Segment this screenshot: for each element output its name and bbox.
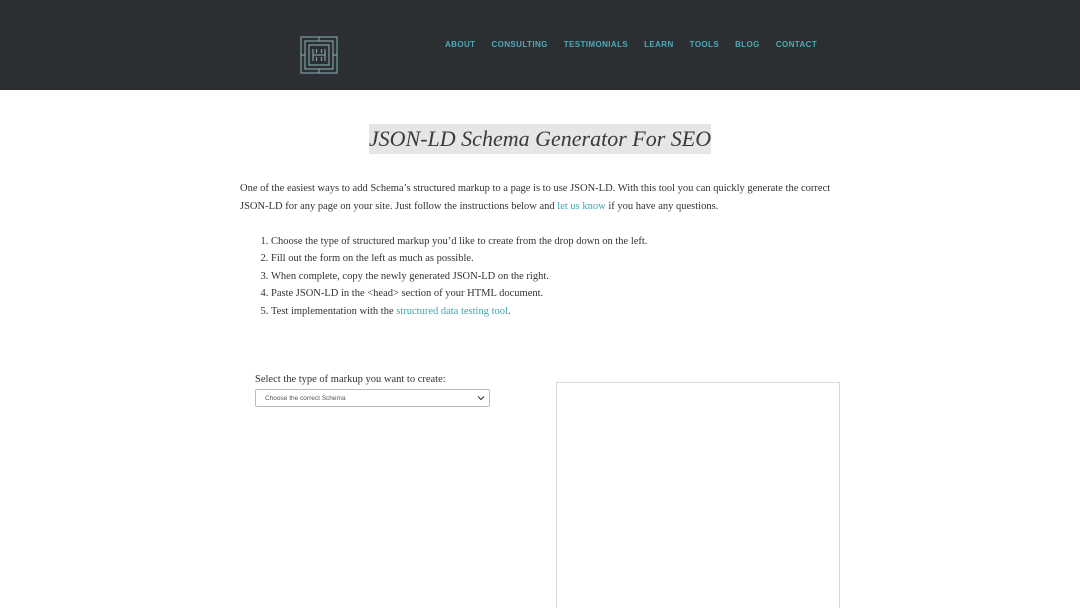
title-wrap: JSON-LD Schema Generator For SEO [0, 124, 1080, 154]
step-text-before: Test implementation with the [271, 305, 397, 317]
contact-us-link[interactable]: let us know [557, 201, 605, 212]
hh-maze-logo-icon[interactable] [300, 36, 338, 74]
nav-contact[interactable]: CONTACT [776, 40, 817, 50]
instructions-list: Choose the type of structured markup you… [240, 233, 871, 320]
schema-type-select[interactable]: Choose the correct Schema [255, 389, 490, 407]
list-item: When complete, copy the newly generated … [271, 268, 871, 285]
schema-select-label: Select the type of markup you want to cr… [255, 374, 446, 385]
site-header: ABOUT CONSULTING TESTIMONIALS LEARN TOOL… [0, 0, 1080, 90]
list-item: Fill out the form on the left as much as… [271, 250, 871, 267]
nav-learn[interactable]: LEARN [644, 40, 674, 50]
list-item: Test implementation with the structured … [271, 303, 871, 320]
list-item: Choose the type of structured markup you… [271, 233, 871, 250]
intro-text-after: if you have any questions. [605, 200, 719, 212]
nav-tools[interactable]: TOOLS [690, 40, 719, 50]
chevron-down-icon [477, 394, 485, 402]
list-item: Paste JSON-LD in the <head> section of y… [271, 285, 871, 302]
nav-blog[interactable]: BLOG [735, 40, 760, 50]
json-ld-output[interactable] [556, 382, 840, 608]
main-nav: ABOUT CONSULTING TESTIMONIALS LEARN TOOL… [445, 40, 833, 50]
structured-data-testing-tool-link[interactable]: structured data testing tool [396, 306, 508, 317]
step-text-after: . [507, 305, 511, 317]
nav-testimonials[interactable]: TESTIMONIALS [564, 40, 628, 50]
nav-about[interactable]: ABOUT [445, 40, 475, 50]
page-title: JSON-LD Schema Generator For SEO [368, 124, 712, 154]
intro-paragraph: One of the easiest ways to add Schema’s … [240, 180, 840, 215]
nav-consulting[interactable]: CONSULTING [491, 40, 547, 50]
intro-text-before: One of the easiest ways to add Schema’s … [240, 183, 831, 212]
schema-select-value: Choose the correct Schema [265, 394, 346, 402]
